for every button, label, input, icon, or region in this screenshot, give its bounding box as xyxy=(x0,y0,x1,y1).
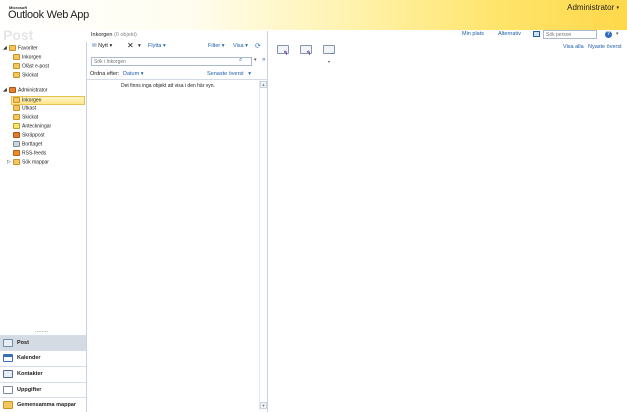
nav-button-mail[interactable]: Post xyxy=(0,335,86,350)
folder-item-junk[interactable]: Skräppost xyxy=(13,132,45,141)
favorite-item-unread[interactable]: Oläst e-post xyxy=(13,63,49,72)
scroll-down-icon[interactable]: ▼ xyxy=(260,402,267,409)
my-site-link[interactable]: Min plats xyxy=(462,31,484,37)
folder-item-sent[interactable]: Skickat xyxy=(13,114,38,123)
forward-icon[interactable]: → xyxy=(323,45,337,56)
contacts-icon xyxy=(3,370,13,378)
nav-button-contacts[interactable]: Kontakter xyxy=(0,366,86,381)
newest-first-link[interactable]: Nyaste överst xyxy=(588,44,622,50)
app-header: Microsoft Outlook Web App Administrator … xyxy=(0,0,627,30)
folder-item-rss[interactable]: RSS-feeds xyxy=(13,150,46,159)
move-button[interactable]: Flytta ▾ xyxy=(148,43,166,49)
chevron-down-icon[interactable]: ▾ xyxy=(616,31,619,37)
navigation-pane: ◢ Favoriter Inkorgen Oläst e-post Skickat… xyxy=(0,42,87,412)
expand-search-icon[interactable]: » xyxy=(262,57,265,63)
search-icon[interactable]: ⌕ xyxy=(239,57,242,64)
mailbox-icon xyxy=(9,87,16,93)
search-folder-icon xyxy=(13,159,20,165)
delete-options-caret[interactable]: ▾ xyxy=(138,43,141,49)
favorite-item-inbox[interactable]: Inkorgen xyxy=(13,54,41,63)
item-count: (0 objekt) xyxy=(113,32,137,38)
list-title: Inkorgen (0 objekt) xyxy=(91,32,137,38)
favorites-star-icon xyxy=(9,45,16,51)
sort-field-dropdown[interactable]: Datum ▾ xyxy=(123,71,144,77)
folder-item-inbox[interactable]: Inkorgen xyxy=(11,96,85,105)
rss-icon xyxy=(13,150,20,156)
help-icon[interactable]: ? xyxy=(605,31,612,38)
list-scrollbar[interactable]: ▲ ▼ xyxy=(259,80,267,410)
app-title: Outlook Web App xyxy=(8,9,89,21)
nav-button-calendar[interactable]: Kalender xyxy=(0,350,86,365)
tasks-checkmark-icon xyxy=(3,386,13,394)
mail-icon xyxy=(3,339,13,347)
nav-button-public-folders[interactable]: Gemensamma mappar xyxy=(0,397,86,412)
reply-all-icon[interactable]: ↰ xyxy=(300,45,314,57)
junk-icon xyxy=(13,132,20,138)
folder-item-search-folders[interactable]: ▷ Sök mappar xyxy=(7,159,49,168)
show-all-link[interactable]: Visa alla xyxy=(563,44,584,50)
drafts-folder-icon xyxy=(13,105,20,111)
new-button[interactable]: ✉ Nytt ▾ xyxy=(92,43,112,49)
folder-icon xyxy=(13,54,20,60)
folder-icon xyxy=(13,72,20,78)
folder-title: Inkorgen xyxy=(91,32,113,38)
folder-icon xyxy=(13,63,20,69)
options-link[interactable]: Alternativ xyxy=(498,31,521,37)
favorites-header[interactable]: ◢ Favoriter xyxy=(3,45,38,54)
sent-folder-icon xyxy=(13,114,20,120)
sort-label: Ordna efter: xyxy=(90,71,120,77)
forward-options-caret[interactable]: ▾ xyxy=(328,59,330,64)
new-mail-icon: ✉ xyxy=(92,43,97,49)
nav-button-tasks[interactable]: Uppgifter xyxy=(0,382,86,397)
folder-item-drafts[interactable]: Utkast xyxy=(13,105,36,114)
view-button[interactable]: Visa ▾ xyxy=(233,43,248,49)
reply-icon[interactable]: ↰ xyxy=(277,45,291,57)
folder-search-input[interactable] xyxy=(91,57,252,66)
filter-button[interactable]: Filter ▾ xyxy=(208,43,225,49)
trash-icon xyxy=(13,141,20,147)
user-name: Administrator xyxy=(567,3,615,12)
sort-order-dropdown[interactable]: Senaste överst ▾ xyxy=(207,71,251,77)
mailbox-header[interactable]: ◢ Administrator xyxy=(3,87,47,96)
delete-icon[interactable]: ✕ xyxy=(127,41,134,50)
folder-item-deleted[interactable]: Borttaget xyxy=(13,141,42,150)
pane-resize-grip[interactable]: ........ xyxy=(35,328,48,334)
inbox-folder-icon xyxy=(13,97,20,103)
message-list-pane: Inkorgen (0 objekt) ✉ Nytt ▾ ✕ ▾ Flytta … xyxy=(87,31,268,412)
sort-bar: Ordna efter: Datum ▾ Senaste överst ▾ xyxy=(87,70,267,80)
chevron-down-icon: ▾ xyxy=(616,4,619,11)
public-folder-icon xyxy=(3,401,13,409)
list-toolbar: ✉ Nytt ▾ ✕ ▾ Flytta ▾ Filter ▾ Visa ▾ ⟳ xyxy=(87,41,268,53)
favorite-item-sent[interactable]: Skickat xyxy=(13,72,38,81)
list-search-row: ⌕ ▾ » xyxy=(91,57,265,66)
scroll-up-icon[interactable]: ▲ xyxy=(260,81,267,88)
empty-list-message: Det finns inga objekt att visa i den här… xyxy=(121,83,215,89)
calendar-icon xyxy=(3,354,13,362)
refresh-icon[interactable]: ⟳ xyxy=(255,42,261,50)
search-options-caret[interactable]: ▾ xyxy=(254,57,257,63)
person-search-input[interactable] xyxy=(543,30,597,39)
user-menu[interactable]: Administrator ▾ xyxy=(567,3,619,12)
reading-pane: ↰ ↰ → ▾ Visa alla Nyaste överst xyxy=(268,42,627,412)
folder-item-notes[interactable]: Anteckningar xyxy=(13,123,51,132)
notes-icon xyxy=(13,123,20,129)
address-book-icon[interactable] xyxy=(533,31,540,37)
